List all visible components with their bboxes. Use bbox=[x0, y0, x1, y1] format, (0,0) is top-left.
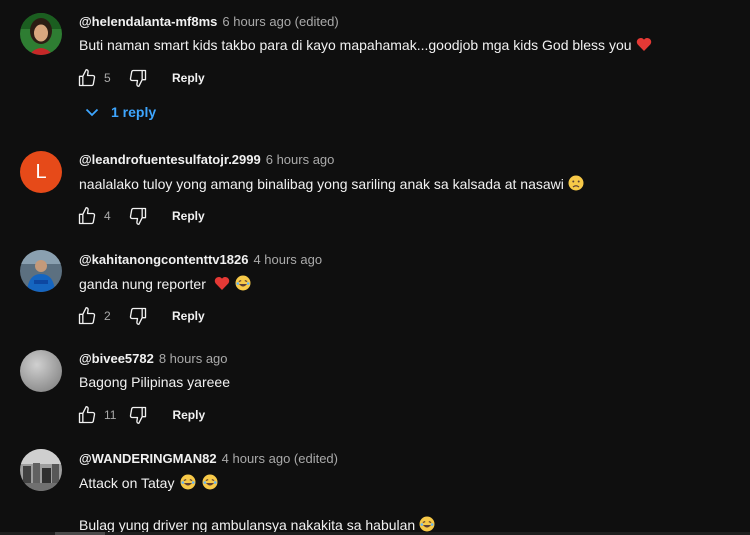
comment-timestamp[interactable]: 6 hours ago (edited) bbox=[222, 14, 338, 29]
author-handle[interactable]: @WANDERINGMAN82 bbox=[79, 451, 217, 466]
laughing-face-icon bbox=[180, 474, 196, 493]
comment-text-content: Attack on Tatay bbox=[79, 475, 175, 491]
like-count: 11 bbox=[104, 408, 117, 422]
comment-text-content: Bagong Pilipinas yareee bbox=[79, 374, 230, 390]
like-count: 5 bbox=[104, 71, 111, 85]
comment-text: ganda nung reporter bbox=[79, 275, 251, 294]
reply-button[interactable]: Reply bbox=[172, 309, 205, 323]
like-button[interactable] bbox=[77, 306, 97, 326]
comment-text-content: Bulag yung driver ng ambulansya nakakita… bbox=[79, 517, 416, 533]
avatar-letter: L bbox=[35, 160, 47, 183]
author-handle[interactable]: @leandrofuentesulfatojr.2999 bbox=[79, 152, 261, 167]
comment-text: Buti naman smart kids takbo para di kayo… bbox=[79, 37, 652, 55]
avatar[interactable] bbox=[20, 13, 62, 55]
thumbs-up-icon bbox=[78, 307, 96, 325]
thumbs-up-icon bbox=[78, 406, 96, 424]
laughing-face-icon bbox=[202, 474, 218, 493]
avatar[interactable]: L bbox=[20, 151, 62, 193]
comment-timestamp[interactable]: 8 hours ago bbox=[159, 351, 228, 366]
comment-author[interactable]: @helendalanta-mf8ms 6 hours ago (edited) bbox=[79, 14, 339, 29]
sad-face-icon bbox=[568, 175, 584, 194]
comment-text: Attack on Tatay bbox=[79, 474, 218, 493]
like-button[interactable] bbox=[77, 206, 97, 226]
dislike-button[interactable] bbox=[128, 405, 148, 425]
thumbs-down-icon bbox=[129, 69, 147, 88]
thumbs-up-icon bbox=[78, 207, 96, 225]
comment-author[interactable]: @kahitanongcontenttv1826 4 hours ago bbox=[79, 252, 322, 267]
thumbs-up-icon bbox=[78, 69, 96, 87]
comment-actions: 11 Reply bbox=[77, 404, 205, 426]
comment-timestamp[interactable]: 4 hours ago bbox=[253, 252, 322, 267]
comment-actions: 5 Reply bbox=[77, 67, 205, 89]
like-button[interactable] bbox=[77, 405, 97, 425]
avatar[interactable] bbox=[20, 449, 62, 491]
comment-text: naalalako tuloy yong amang binalibag yon… bbox=[79, 175, 584, 194]
dislike-button[interactable] bbox=[128, 306, 148, 326]
thumbs-down-icon bbox=[130, 406, 147, 424]
thumbs-down-icon bbox=[129, 307, 147, 325]
reply-button[interactable]: Reply bbox=[172, 408, 205, 422]
comment-actions: 4 Reply bbox=[77, 205, 205, 227]
comment-text: Bagong Pilipinas yareee bbox=[79, 374, 230, 390]
laughing-face-icon bbox=[235, 275, 251, 294]
comment-actions: 2 Reply bbox=[77, 305, 205, 327]
chevron-down-icon bbox=[85, 108, 99, 117]
replies-label: 1 reply bbox=[111, 104, 157, 120]
comment-text-content: ganda nung reporter bbox=[79, 276, 206, 292]
comment-text-content: naalalako tuloy yong amang binalibag yon… bbox=[79, 176, 564, 192]
comment-author[interactable]: @WANDERINGMAN82 4 hours ago (edited) bbox=[79, 451, 338, 466]
comment-timestamp[interactable]: 4 hours ago (edited) bbox=[222, 451, 338, 466]
author-handle[interactable]: @bivee5782 bbox=[79, 351, 154, 366]
reply-button[interactable]: Reply bbox=[172, 209, 205, 223]
red-heart-icon bbox=[636, 37, 652, 55]
red-heart-icon bbox=[214, 276, 230, 294]
author-handle[interactable]: @helendalanta-mf8ms bbox=[79, 14, 217, 29]
reply-button[interactable]: Reply bbox=[172, 71, 205, 85]
thumbs-down-icon bbox=[129, 207, 147, 225]
dislike-button[interactable] bbox=[128, 68, 148, 88]
like-count: 4 bbox=[104, 209, 111, 223]
comment-timestamp[interactable]: 6 hours ago bbox=[266, 152, 335, 167]
like-count: 2 bbox=[104, 309, 111, 323]
avatar[interactable] bbox=[20, 250, 62, 292]
like-button[interactable] bbox=[77, 68, 97, 88]
comment-text-content: Buti naman smart kids takbo para di kayo… bbox=[79, 37, 632, 53]
author-handle[interactable]: @kahitanongcontenttv1826 bbox=[79, 252, 248, 267]
view-replies-button[interactable]: 1 reply bbox=[84, 104, 156, 120]
dislike-button[interactable] bbox=[128, 206, 148, 226]
comment-author[interactable]: @bivee5782 8 hours ago bbox=[79, 351, 228, 366]
comment-author[interactable]: @leandrofuentesulfatojr.2999 6 hours ago bbox=[79, 152, 334, 167]
avatar[interactable] bbox=[20, 350, 62, 392]
